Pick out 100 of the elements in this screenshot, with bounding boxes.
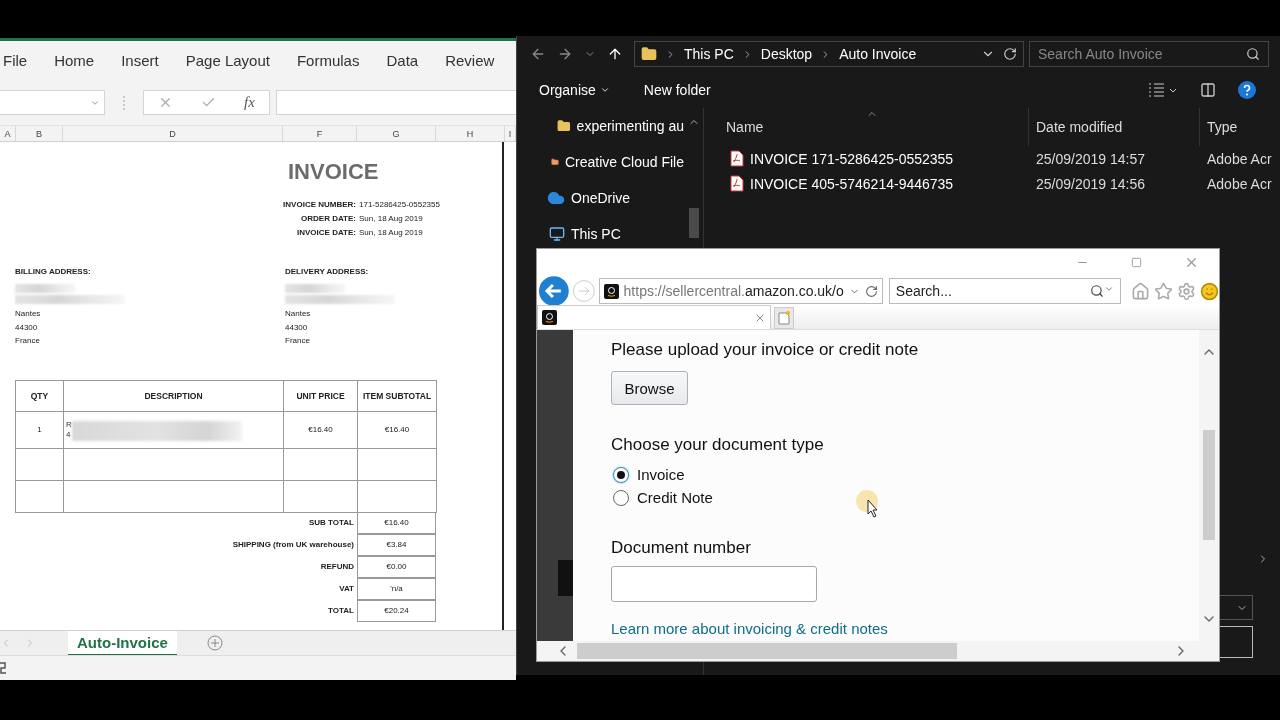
search-field[interactable]: Search Auto Invoice xyxy=(1029,41,1269,67)
blurred-text xyxy=(15,284,75,293)
column-header: D xyxy=(63,126,283,141)
file-name[interactable]: INVOICE 171-5286425-0552355 xyxy=(726,146,1028,171)
column-header[interactable]: Date modified xyxy=(1028,108,1199,146)
toolbar-button[interactable]: Organise xyxy=(539,82,610,98)
address-line: 44300 xyxy=(285,321,308,334)
field-value: 171-5286425-0552355 xyxy=(359,199,440,211)
back-button[interactable] xyxy=(539,276,569,306)
total-value: €16.40 xyxy=(384,518,409,527)
address-label: BILLING ADDRESS: xyxy=(15,266,91,278)
column-header: ITEM SUBTOTAL xyxy=(357,379,437,412)
feedback-smiley-icon[interactable] xyxy=(1200,281,1219,301)
view-options-icon[interactable] xyxy=(1148,81,1178,99)
favorites-icon[interactable] xyxy=(1154,281,1173,301)
site-icon xyxy=(542,310,557,325)
column-header: F xyxy=(283,126,357,141)
browse-button[interactable]: Browse xyxy=(611,371,688,405)
ribbon-tab[interactable]: Insert xyxy=(121,52,159,69)
add-sheet-icon[interactable] xyxy=(206,635,223,651)
ribbon-tab[interactable]: Home xyxy=(54,52,95,69)
column-header[interactable]: Name xyxy=(726,108,1028,146)
document-type-label: Choose your document type xyxy=(611,434,824,456)
refresh-icon[interactable] xyxy=(864,284,878,298)
scrollbar-thumb[interactable] xyxy=(1203,430,1215,540)
breadcrumb-item[interactable]: Desktop xyxy=(760,46,813,62)
description-text: 4 xyxy=(66,429,71,440)
close-icon[interactable] xyxy=(1184,255,1199,270)
ribbon-tab[interactable]: Formulas xyxy=(296,52,360,69)
table-cell: €16.40 xyxy=(308,425,333,434)
folder-icon xyxy=(557,118,571,134)
ribbon-tab[interactable]: Page Layout xyxy=(185,52,270,69)
file-date: 25/09/2019 14:56 xyxy=(1035,174,1146,194)
radio-option[interactable]: Credit Note xyxy=(611,486,713,509)
scrollbar-thumb[interactable] xyxy=(577,643,957,659)
blurred-text xyxy=(285,284,345,293)
document-number-field[interactable] xyxy=(611,566,817,602)
radio-option[interactable]: Invoice xyxy=(611,463,713,486)
column-header[interactable]: Type xyxy=(1199,108,1280,146)
total-label: TOTAL xyxy=(328,605,355,617)
preview-pane-icon[interactable] xyxy=(1200,82,1216,98)
total-value: €20.24 xyxy=(384,606,409,615)
home-icon[interactable] xyxy=(1131,281,1150,301)
total-value: €3.84 xyxy=(386,540,407,549)
file-type: Adobe Acr xyxy=(1206,149,1273,169)
field-label: INVOICE NUMBER: xyxy=(283,199,356,211)
total-label: SHIPPING (from UK warehouse) xyxy=(232,539,355,551)
field-label: ORDER DATE: xyxy=(301,213,356,225)
column-header: A xyxy=(0,126,16,141)
function-button[interactable]: fx xyxy=(244,94,255,111)
total-label: SUB TOTAL xyxy=(308,517,355,529)
column-header: QTY xyxy=(15,379,64,412)
help-link[interactable]: Learn more about invoicing & credit notes xyxy=(611,620,888,637)
field-label: INVOICE DATE: xyxy=(297,227,356,239)
forward-icon[interactable] xyxy=(557,46,573,62)
search-icon[interactable] xyxy=(1090,284,1104,298)
up-icon[interactable] xyxy=(607,46,623,62)
ribbon-tab[interactable]: File xyxy=(3,52,28,69)
url-field[interactable]: https://sellercentral.amazon.co.uk/o xyxy=(598,278,883,304)
browser-tab[interactable] xyxy=(537,305,771,329)
back-icon[interactable] xyxy=(530,46,546,62)
radio-button[interactable] xyxy=(613,489,629,506)
breadcrumb-item[interactable]: This PC xyxy=(684,46,734,62)
column-header: G xyxy=(357,126,436,141)
document-number-label: Document number xyxy=(611,537,751,559)
sheet-tab[interactable]: Auto-Invoice xyxy=(68,630,177,656)
ribbon-tab[interactable]: Review xyxy=(445,52,495,69)
help-icon[interactable] xyxy=(1238,81,1256,99)
address-line: France xyxy=(15,335,40,347)
radio-button[interactable] xyxy=(613,466,629,483)
file-name[interactable]: INVOICE 405-5746214-9446735 xyxy=(726,171,1028,196)
nav-item[interactable]: This PC xyxy=(517,216,684,252)
breadcrumb-item[interactable]: Auto Invoice xyxy=(839,46,917,62)
upload-label: Please upload your invoice or credit note xyxy=(611,339,919,361)
file-date: 25/09/2019 14:57 xyxy=(1035,149,1146,169)
ribbon-tab[interactable]: Data xyxy=(386,52,419,69)
nav-item[interactable]: experimenting au xyxy=(517,108,684,144)
cancel-icon[interactable] xyxy=(158,95,173,110)
settings-icon[interactable] xyxy=(1177,281,1196,301)
total-label: VAT xyxy=(339,583,355,595)
maximize-icon[interactable] xyxy=(1131,257,1142,268)
search-field[interactable]: Search... xyxy=(888,278,1121,304)
total-value: €0.00 xyxy=(386,562,407,571)
address-label: DELIVERY ADDRESS: xyxy=(285,266,369,278)
nav-item[interactable]: Creative Cloud File xyxy=(517,144,684,180)
scrollbar-thumb[interactable] xyxy=(688,208,699,238)
description-text: R xyxy=(66,419,72,430)
address-line: Nantes xyxy=(285,308,311,320)
new-tab-button[interactable] xyxy=(774,307,794,329)
table-cell: 1 xyxy=(37,425,42,434)
macro-icon xyxy=(0,661,6,675)
nav-item[interactable]: OneDrive xyxy=(517,180,684,216)
pdf-file-icon xyxy=(730,175,744,192)
address-bar[interactable]: This PC Desktop Auto Invoice xyxy=(634,41,1024,67)
search-icon[interactable] xyxy=(1246,47,1260,61)
total-label: REFUND xyxy=(320,561,355,573)
field-value: Sun, 18 Aug 2019 xyxy=(359,213,423,225)
cloud-icon xyxy=(547,189,565,207)
computer-icon xyxy=(549,226,565,242)
toolbar-button[interactable]: New folder xyxy=(643,82,711,98)
